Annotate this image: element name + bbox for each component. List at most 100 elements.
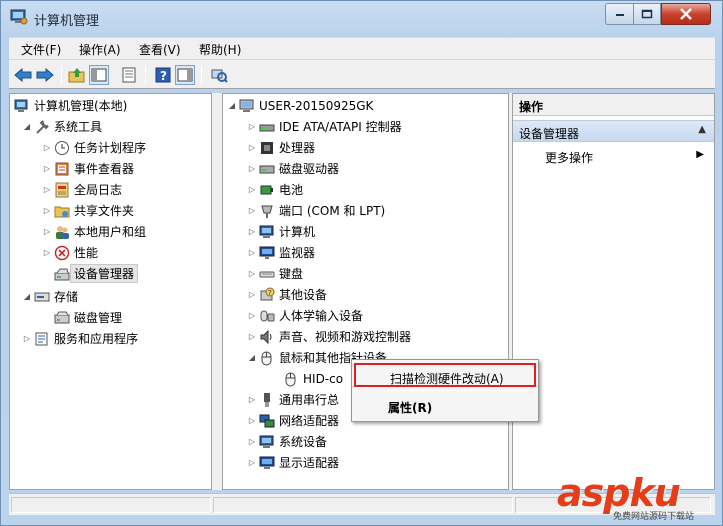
- expanded-arrow-icon[interactable]: ◢: [22, 287, 32, 306]
- device-category-usb[interactable]: ▷ 通用串行总: [247, 390, 339, 409]
- device-category-battery[interactable]: ▷ 电池: [247, 180, 303, 199]
- help-button[interactable]: ?: [153, 65, 173, 85]
- collapsed-arrow-icon[interactable]: ▷: [247, 201, 257, 220]
- menu-help[interactable]: 帮助(H): [199, 41, 241, 58]
- tree-item-storage[interactable]: ◢ 存储: [22, 287, 78, 306]
- expanded-arrow-icon[interactable]: ◢: [227, 96, 237, 115]
- device-category-ports[interactable]: ▷ 端口 (COM 和 LPT): [247, 201, 385, 220]
- collapsed-arrow-icon[interactable]: ▷: [42, 138, 52, 157]
- collapsed-arrow-icon[interactable]: ▷: [42, 159, 52, 178]
- device-category-network[interactable]: ▷ 网络适配器: [247, 411, 339, 430]
- device-category-label: IDE ATA/ATAPI 控制器: [279, 120, 402, 134]
- svg-text:?: ?: [160, 69, 167, 83]
- up-level-button[interactable]: [67, 65, 87, 85]
- display-adapter-icon: [259, 455, 275, 471]
- collapsed-arrow-icon[interactable]: ▷: [247, 306, 257, 325]
- expanded-arrow-icon[interactable]: ◢: [22, 117, 32, 136]
- console-tree-icon: [91, 68, 107, 82]
- monitor-icon: [259, 245, 275, 261]
- tree-item-computer-management[interactable]: 计算机管理(本地): [14, 96, 127, 115]
- device-category-label: 计算机: [279, 225, 316, 239]
- collapsed-arrow-icon[interactable]: ▷: [247, 411, 257, 430]
- storage-icon: [34, 289, 50, 305]
- collapsed-arrow-icon[interactable]: ▷: [247, 222, 257, 241]
- network-icon: [259, 413, 275, 429]
- device-category-computer[interactable]: ▷ 计算机: [247, 222, 315, 241]
- device-root[interactable]: ◢ USER-20150925GK: [227, 96, 374, 115]
- collapsed-arrow-icon[interactable]: ▷: [42, 243, 52, 262]
- device-category-keyboards[interactable]: ▷ 键盘: [247, 264, 303, 283]
- device-hid-mouse[interactable]: HID-co: [283, 369, 343, 388]
- help-panel-icon: [177, 68, 193, 82]
- tree-item-disk-management[interactable]: 磁盘管理: [54, 308, 122, 327]
- device-category-processor[interactable]: ▷ 处理器: [247, 138, 315, 157]
- tree-item-shared-folders[interactable]: ▷ 共享文件夹: [42, 201, 134, 220]
- collapsed-arrow-icon[interactable]: ▷: [42, 222, 52, 241]
- action-pane-button[interactable]: [175, 65, 195, 85]
- minimize-button[interactable]: [605, 3, 633, 25]
- collapse-up-icon[interactable]: ▲: [698, 124, 706, 135]
- tree-item-performance[interactable]: ▷ 性能: [42, 243, 98, 262]
- scan-hardware-button[interactable]: [209, 65, 229, 85]
- more-actions-item[interactable]: 更多操作 ▶: [545, 149, 714, 166]
- collapsed-arrow-icon[interactable]: ▷: [247, 159, 257, 178]
- device-category-sound[interactable]: ▷ 声音、视频和游戏控制器: [247, 327, 411, 346]
- tree-item-local-users[interactable]: ▷ 本地用户和组: [42, 222, 146, 241]
- collapsed-arrow-icon[interactable]: ▷: [247, 390, 257, 409]
- tree-item-label: 本地用户和组: [74, 225, 147, 239]
- forward-button[interactable]: [35, 65, 55, 85]
- expanded-arrow-icon[interactable]: ◢: [247, 348, 257, 367]
- toolbar-separator: [145, 66, 146, 84]
- collapsed-arrow-icon[interactable]: ▷: [247, 432, 257, 451]
- device-category-ide[interactable]: ▷ IDE ATA/ATAPI 控制器: [247, 117, 402, 136]
- actions-section-device-manager[interactable]: 设备管理器 ▲: [513, 120, 714, 142]
- computer-management-window: 计算机管理 文件(F) 操作(A) 查看(V) 帮助(H) ? 计算机管理(本地…: [0, 0, 723, 526]
- device-category-monitors[interactable]: ▷ 监视器: [247, 243, 315, 262]
- help-icon: ?: [155, 67, 171, 83]
- collapsed-arrow-icon[interactable]: ▷: [247, 117, 257, 136]
- menu-action[interactable]: 操作(A): [79, 41, 121, 58]
- title-bar[interactable]: 计算机管理: [1, 1, 722, 35]
- device-category-system[interactable]: ▷ 系统设备: [247, 432, 327, 451]
- system-tools-icon: [34, 119, 50, 135]
- device-category-other[interactable]: ▷ ? 其他设备: [247, 285, 327, 304]
- collapsed-arrow-icon[interactable]: ▷: [247, 327, 257, 346]
- battery-icon: [259, 182, 275, 198]
- tree-item-global-log[interactable]: ▷ 全局日志: [42, 180, 122, 199]
- collapsed-arrow-icon[interactable]: ▷: [247, 138, 257, 157]
- tree-item-event-viewer[interactable]: ▷ 事件查看器: [42, 159, 134, 178]
- scan-hardware-changes-menu-item[interactable]: 扫描检测硬件改动(A): [354, 363, 536, 387]
- menu-separator: [382, 390, 534, 391]
- menu-view[interactable]: 查看(V): [139, 41, 181, 58]
- close-button[interactable]: [661, 3, 711, 25]
- tree-item-device-manager[interactable]: 设备管理器: [54, 264, 139, 283]
- collapsed-arrow-icon[interactable]: ▷: [247, 453, 257, 472]
- device-category-disk-drives[interactable]: ▷ 磁盘驱动器: [247, 159, 339, 178]
- maximize-icon: [641, 9, 653, 19]
- collapsed-arrow-icon[interactable]: ▷: [22, 329, 32, 348]
- pane-splitter[interactable]: [212, 93, 222, 490]
- properties-button[interactable]: [119, 65, 139, 85]
- collapsed-arrow-icon[interactable]: ▷: [42, 180, 52, 199]
- tree-item-services-apps[interactable]: ▷ 服务和应用程序: [22, 329, 138, 348]
- device-category-label: 系统设备: [279, 435, 328, 449]
- properties-menu-item[interactable]: 属性(R): [354, 394, 536, 418]
- tree-item-task-scheduler[interactable]: ▷ 任务计划程序: [42, 138, 146, 157]
- menu-file[interactable]: 文件(F): [21, 41, 61, 58]
- tree-item-label: 服务和应用程序: [54, 332, 139, 346]
- system-device-icon: [259, 434, 275, 450]
- collapsed-arrow-icon[interactable]: ▷: [247, 180, 257, 199]
- collapsed-arrow-icon[interactable]: ▷: [247, 243, 257, 262]
- collapsed-arrow-icon[interactable]: ▷: [42, 201, 52, 220]
- device-category-display[interactable]: ▷ 显示适配器: [247, 453, 339, 472]
- computer-icon: [259, 224, 275, 240]
- tree-item-label: 全局日志: [74, 183, 123, 197]
- tree-item-system-tools[interactable]: ◢ 系统工具: [22, 117, 102, 136]
- collapsed-arrow-icon[interactable]: ▷: [247, 285, 257, 304]
- mouse-icon: [259, 350, 275, 366]
- collapsed-arrow-icon[interactable]: ▷: [247, 264, 257, 283]
- back-button[interactable]: [13, 65, 33, 85]
- show-hide-tree-button[interactable]: [89, 65, 109, 85]
- device-category-hid[interactable]: ▷ 人体学输入设备: [247, 306, 363, 325]
- maximize-button[interactable]: [633, 3, 661, 25]
